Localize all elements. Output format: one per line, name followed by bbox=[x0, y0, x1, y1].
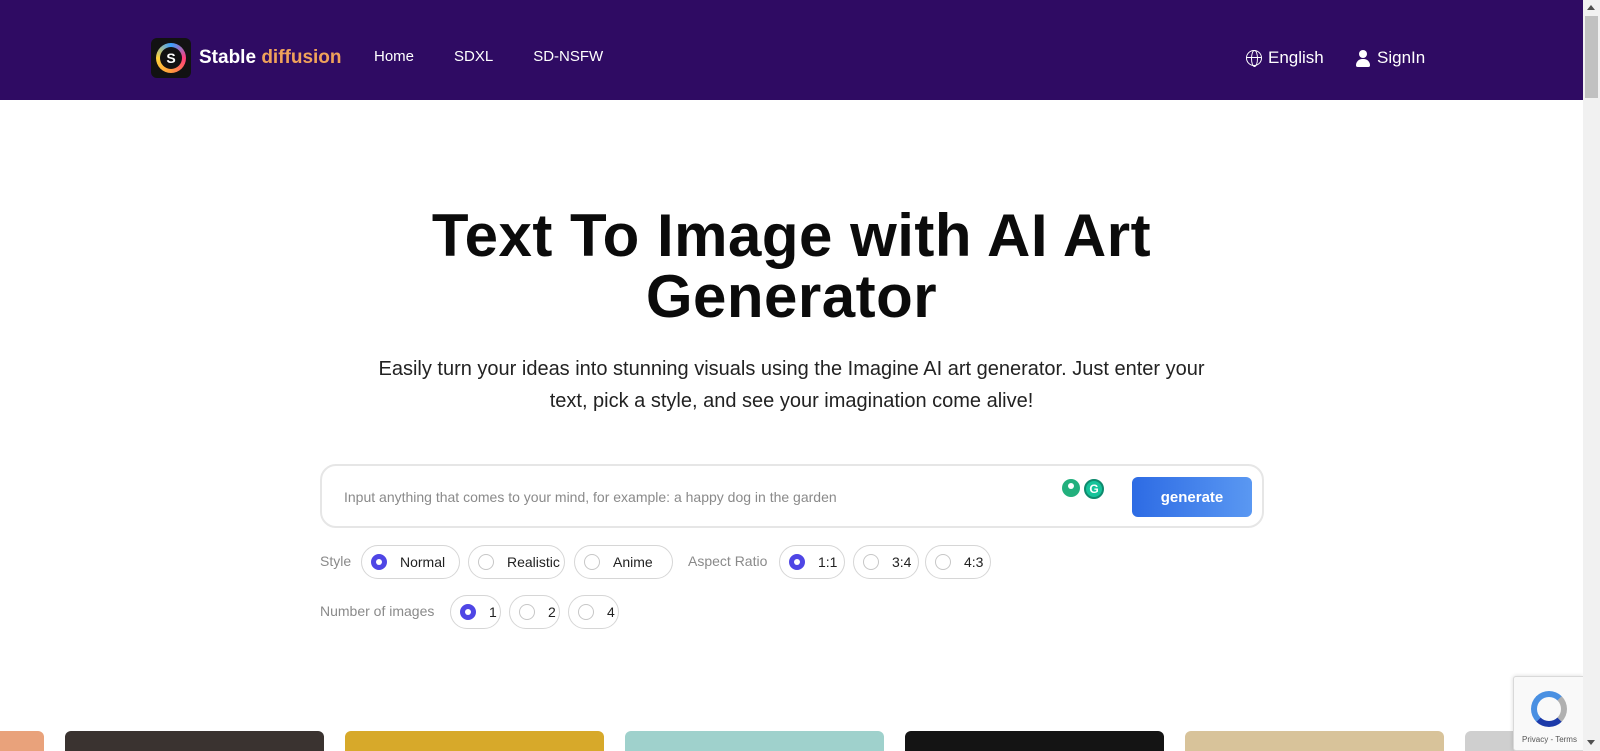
aspect-option-label: 4:3 bbox=[964, 554, 984, 570]
globe-icon bbox=[1246, 50, 1262, 67]
signin-label: SignIn bbox=[1377, 48, 1426, 67]
radio-unselected-icon bbox=[478, 554, 494, 570]
language-label: English bbox=[1268, 48, 1324, 67]
gallery-image[interactable] bbox=[345, 731, 604, 751]
page-subtitle: Easily turn your ideas into stunning vis… bbox=[340, 353, 1243, 417]
style-option-anime[interactable]: Anime bbox=[574, 545, 673, 579]
count-option-label: 1 bbox=[489, 604, 497, 620]
count-option-1[interactable]: 1 bbox=[450, 595, 501, 629]
gallery-image[interactable] bbox=[65, 731, 324, 751]
gallery-image[interactable] bbox=[0, 731, 44, 751]
recaptcha-icon bbox=[1531, 691, 1567, 727]
brand[interactable]: S Stable diffusion bbox=[151, 38, 342, 78]
page-title: Text To Image with AI Art Generator bbox=[0, 205, 1583, 327]
brand-name: Stable diffusion bbox=[199, 47, 342, 69]
nav-sdxl[interactable]: SDXL bbox=[454, 48, 493, 65]
top-navbar: S Stable diffusion Home SDXL SD-NSFW Eng… bbox=[0, 0, 1583, 100]
gallery-image[interactable] bbox=[1185, 731, 1444, 751]
signin-link[interactable]: SignIn bbox=[1356, 48, 1425, 68]
logo-icon: S bbox=[151, 38, 191, 78]
number-of-images-label: Number of images bbox=[320, 603, 435, 619]
radio-unselected-icon bbox=[863, 554, 879, 570]
style-option-realistic[interactable]: Realistic bbox=[468, 545, 565, 579]
scroll-up-icon[interactable] bbox=[1587, 5, 1595, 10]
aspect-ratio-label: Aspect Ratio bbox=[688, 553, 768, 569]
radio-selected-icon bbox=[371, 554, 387, 570]
style-label: Style bbox=[320, 553, 352, 569]
page-scrollbar[interactable] bbox=[1583, 0, 1600, 751]
aspect-option-label: 1:1 bbox=[818, 554, 838, 570]
nav-home[interactable]: Home bbox=[374, 48, 414, 65]
page-subtitle-line1: Easily turn your ideas into stunning vis… bbox=[378, 358, 1205, 380]
radio-unselected-icon bbox=[578, 604, 594, 620]
brand-name-accent: diffusion bbox=[261, 47, 342, 68]
radio-selected-icon bbox=[789, 554, 805, 570]
count-option-label: 4 bbox=[607, 604, 615, 620]
main-nav: Home SDXL SD-NSFW bbox=[374, 48, 643, 65]
style-option-label: Realistic bbox=[507, 554, 560, 570]
nav-sd-nsfw[interactable]: SD-NSFW bbox=[533, 48, 603, 65]
radio-unselected-icon bbox=[935, 554, 951, 570]
brand-name-main: Stable bbox=[199, 47, 257, 68]
page-title-line1: Text To Image with AI Art bbox=[431, 202, 1152, 269]
style-option-label: Normal bbox=[400, 554, 446, 570]
count-option-2[interactable]: 2 bbox=[509, 595, 560, 629]
aspect-option-label: 3:4 bbox=[892, 554, 912, 570]
radio-selected-icon bbox=[460, 604, 476, 620]
aspect-option-3-4[interactable]: 3:4 bbox=[853, 545, 919, 579]
radio-unselected-icon bbox=[584, 554, 600, 570]
scroll-down-icon[interactable] bbox=[1587, 740, 1595, 745]
aspect-option-1-1[interactable]: 1:1 bbox=[779, 545, 845, 579]
example-gallery bbox=[0, 731, 1583, 751]
language-selector[interactable]: English bbox=[1246, 48, 1324, 68]
user-icon bbox=[1356, 49, 1370, 67]
extension-icons: G bbox=[1062, 479, 1104, 499]
radio-unselected-icon bbox=[519, 604, 535, 620]
gallery-image[interactable] bbox=[905, 731, 1164, 751]
prompt-box: G generate bbox=[320, 464, 1264, 528]
aspect-option-4-3[interactable]: 4:3 bbox=[925, 545, 991, 579]
count-option-label: 2 bbox=[548, 604, 556, 620]
lightbulb-icon[interactable] bbox=[1062, 479, 1080, 497]
style-option-normal[interactable]: Normal bbox=[361, 545, 460, 579]
count-option-4[interactable]: 4 bbox=[568, 595, 619, 629]
style-option-label: Anime bbox=[613, 554, 653, 570]
page-title-line2: Generator bbox=[645, 263, 938, 330]
recaptcha-links[interactable]: Privacy - Terms bbox=[1522, 735, 1577, 744]
page-subtitle-line2: text, pick a style, and see your imagina… bbox=[549, 390, 1034, 412]
scrollbar-thumb[interactable] bbox=[1585, 16, 1598, 98]
grammarly-icon[interactable]: G bbox=[1084, 479, 1104, 499]
prompt-input[interactable] bbox=[344, 484, 1044, 510]
recaptcha-badge[interactable]: Privacy - Terms bbox=[1513, 676, 1583, 751]
gallery-image[interactable] bbox=[625, 731, 884, 751]
page: S Stable diffusion Home SDXL SD-NSFW Eng… bbox=[0, 0, 1600, 751]
generate-button[interactable]: generate bbox=[1132, 477, 1252, 517]
